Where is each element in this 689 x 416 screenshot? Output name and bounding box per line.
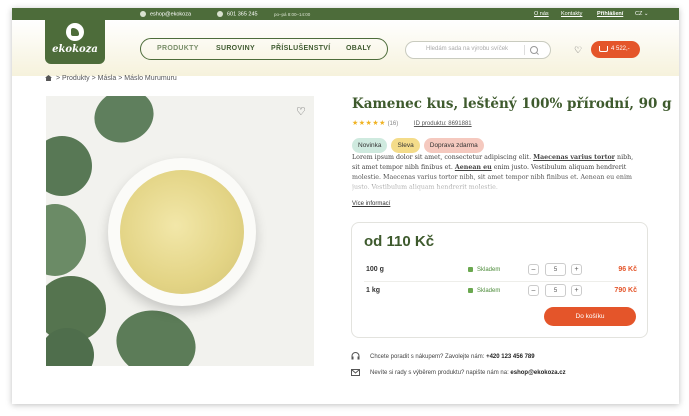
search-input[interactable]: Hledám sada na výrobu svíček — [426, 46, 508, 52]
variant-price: 96 Kč — [618, 266, 637, 273]
qty-increase-button[interactable]: + — [571, 285, 582, 296]
badge-new: Novinka — [352, 138, 388, 153]
currency-select[interactable]: CZ ⌄ — [635, 11, 648, 17]
top-phone[interactable]: 601 365 245 — [217, 11, 258, 17]
leaf — [86, 96, 162, 151]
top-link-contacts[interactable]: Kontakty — [561, 11, 582, 17]
search-icon[interactable] — [530, 46, 538, 54]
envelope-icon — [351, 369, 360, 376]
headset-icon — [351, 352, 360, 360]
desc-link[interactable]: Aenean eu — [455, 164, 492, 171]
contact-email-address[interactable]: eshop@ekokoza.cz — [510, 370, 565, 376]
page: eshop@ekokoza 601 365 245 po–pá 8:00–14:… — [12, 8, 679, 404]
variant-row: 1 kg Skladem – 5 + 790 Kč — [364, 282, 637, 302]
butter — [120, 170, 244, 294]
qty-input[interactable]: 5 — [545, 263, 566, 276]
nav-item-ingredients[interactable]: SUROVINY — [216, 45, 255, 52]
main-nav: PRODUKTY SUROVINY PŘÍSLUŠENSTVÍ OBALY — [140, 38, 388, 60]
mail-icon — [140, 11, 146, 17]
breadcrumb[interactable]: > Produkty > Másla > Máslo Murumuru — [45, 75, 177, 82]
leaf — [46, 136, 92, 196]
qty-decrease-button[interactable]: – — [528, 285, 539, 296]
top-link-about[interactable]: O nás — [534, 11, 549, 17]
rating-count[interactable]: (16) — [388, 121, 399, 127]
contact-phone: Chcete poradit s nákupem? Zavolejte nám:… — [351, 352, 535, 360]
top-link-login[interactable]: Přihlášení — [597, 11, 623, 17]
price: od 110 Kč — [364, 233, 435, 250]
product-title: Kamenec kus, leštěný 100% přírodní, 90 g — [352, 96, 672, 112]
add-to-cart-button[interactable]: Do košíku — [544, 307, 636, 326]
header: ekokoza PRODUKTY SUROVINY PŘÍSLUŠENSTVÍ … — [12, 20, 679, 76]
stock-status: Skladem — [468, 288, 500, 294]
contact-email: Nevíte si rady s výběrem produktu? napiš… — [351, 369, 566, 376]
leaf — [108, 301, 204, 366]
home-icon[interactable] — [45, 75, 52, 81]
product-image — [46, 96, 314, 366]
contact-phone-number[interactable]: +420 123 456 789 — [486, 354, 535, 360]
cart-icon — [599, 46, 608, 52]
cart-total: 4 522,- — [611, 46, 630, 52]
top-hours: po–pá 8:00–14:00 — [274, 12, 311, 17]
qty-increase-button[interactable]: + — [571, 264, 582, 275]
wishlist-heart-icon[interactable]: ♡ — [574, 45, 582, 56]
goat-icon — [66, 23, 84, 41]
phone-icon — [217, 11, 223, 17]
stock-icon — [468, 288, 473, 293]
stock-status: Skladem — [468, 267, 500, 273]
product-id: ID produktu: 8691881 — [413, 121, 472, 127]
logo[interactable]: ekokoza — [45, 20, 105, 64]
rating: ★★★★★ (16) ID produktu: 8691881 — [352, 119, 472, 127]
nav-item-products[interactable]: PRODUKTY — [157, 45, 199, 52]
top-email[interactable]: eshop@ekokoza — [140, 11, 191, 17]
favorite-heart-icon[interactable]: ♡ — [296, 105, 306, 118]
variant-size: 1 kg — [366, 287, 381, 294]
badges: Novinka Sleva Doprava zdarma — [352, 134, 488, 153]
more-info-link[interactable]: Více informací — [352, 201, 390, 207]
rating-stars-icon: ★★★★★ — [352, 120, 386, 127]
badge-free-shipping: Doprava zdarma — [423, 138, 484, 153]
logo-text: ekokoza — [52, 44, 98, 55]
variant-size: 100 g — [366, 266, 384, 273]
chevron-down-icon: ⌄ — [643, 11, 649, 17]
badge-sale: Sleva — [391, 138, 420, 153]
variant-price: 790 Kč — [614, 287, 637, 294]
qty-input[interactable]: 5 — [545, 284, 566, 297]
top-bar: eshop@ekokoza 601 365 245 po–pá 8:00–14:… — [12, 8, 679, 20]
leaf — [46, 204, 86, 276]
search-divider — [524, 45, 525, 55]
desc-link[interactable]: Maecenas varius tortor — [533, 154, 615, 161]
bowl — [108, 158, 256, 306]
variant-row: 100 g Skladem – 5 + 96 Kč — [364, 261, 637, 282]
stock-icon — [468, 267, 473, 272]
price-box: od 110 Kč 100 g Skladem – 5 + 96 Kč 1 kg… — [351, 222, 648, 338]
cart-button[interactable]: 4 522,- — [591, 41, 640, 58]
product-description: Lorem ipsum dolor sit amet, consectetur … — [352, 153, 642, 195]
nav-item-accessories[interactable]: PŘÍSLUŠENSTVÍ — [271, 45, 331, 52]
description-fade — [352, 175, 642, 195]
qty-decrease-button[interactable]: – — [528, 264, 539, 275]
search-box[interactable]: Hledám sada na výrobu svíček — [405, 41, 551, 59]
nav-item-packaging[interactable]: OBALY — [346, 45, 371, 52]
